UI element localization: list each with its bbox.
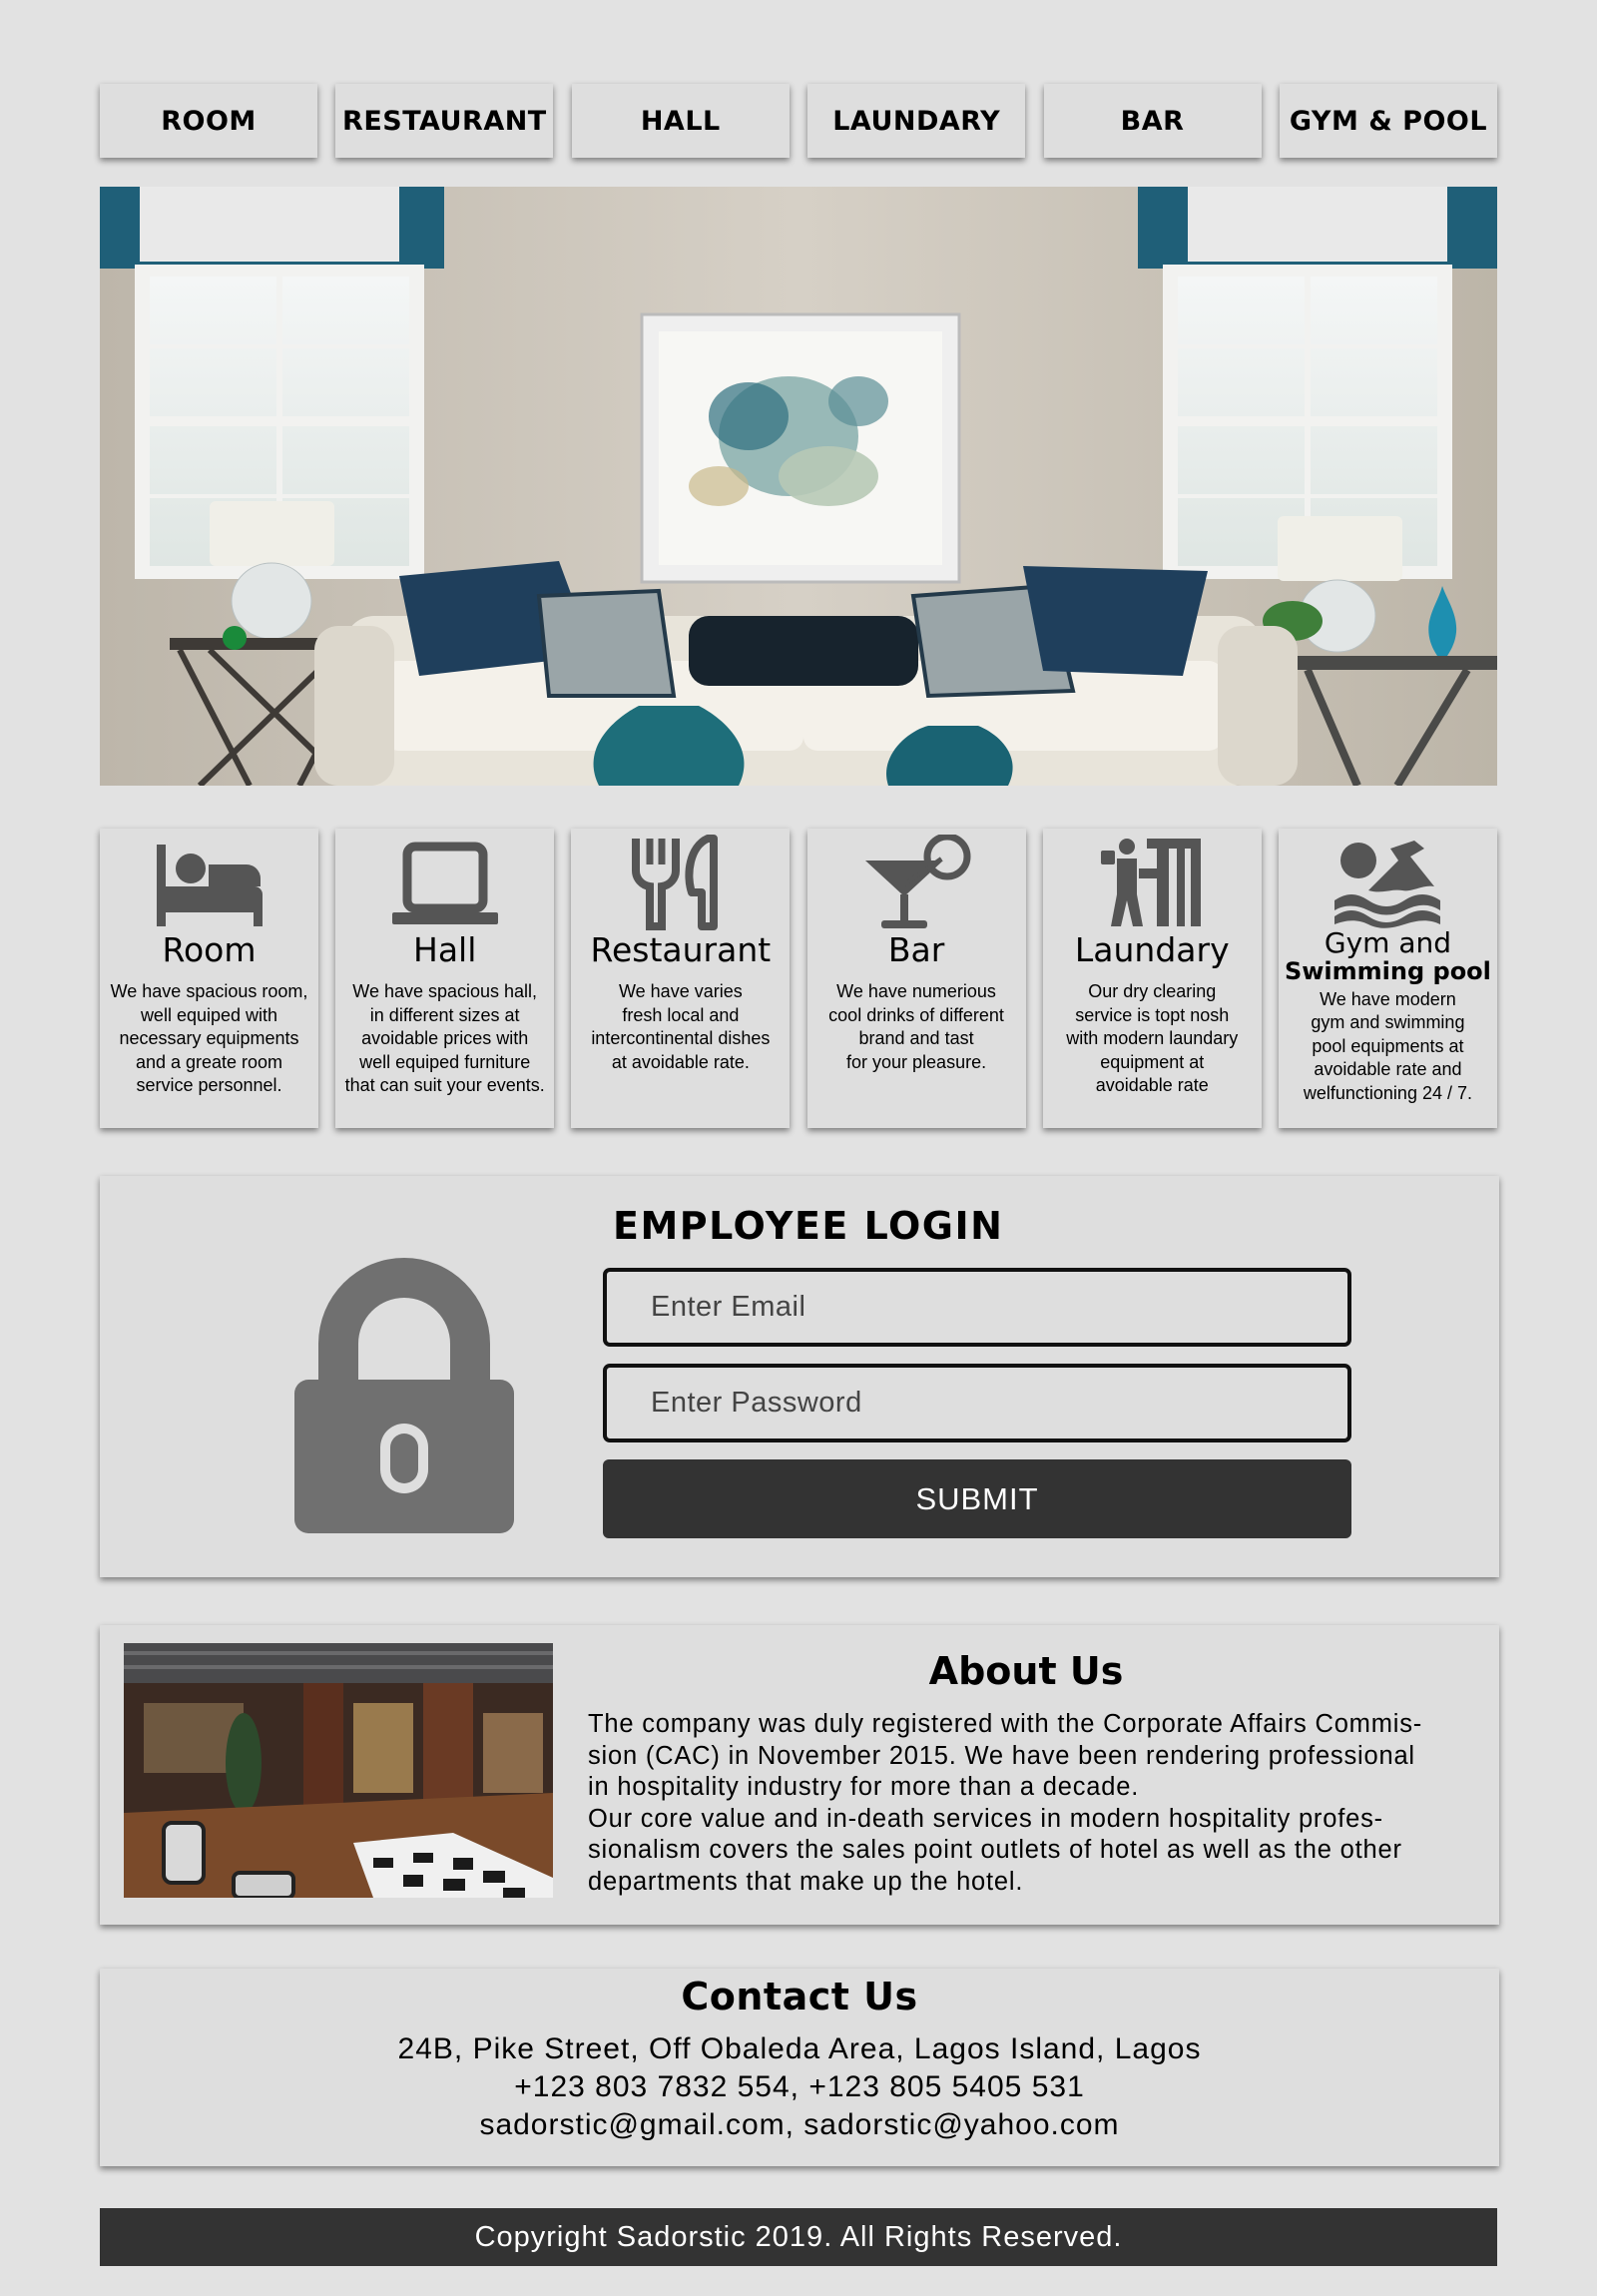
service-title: Room — [162, 930, 257, 969]
service-description: We have spacious hall, in different sizes… — [344, 981, 545, 1096]
lock-icon — [294, 1258, 514, 1533]
service-subtitle: Swimming pool — [1284, 956, 1491, 985]
service-title: Laundary — [1074, 930, 1230, 969]
contact-address: 24B, Pike Street, Off Obaleda Area, Lago… — [397, 2032, 1202, 2065]
nav-hall-button[interactable]: HALL — [571, 84, 790, 158]
fork-knife-icon — [626, 835, 736, 930]
laptop-icon — [390, 835, 500, 930]
employee-login-panel: EMPLOYEE LOGIN SUBMIT — [100, 1176, 1499, 1577]
service-title: Restaurant — [590, 930, 772, 969]
service-title: Hall — [413, 930, 477, 969]
footer: Copyright Sadorstic 2019. All Rights Res… — [100, 2208, 1497, 2266]
service-title: Gym and — [1324, 926, 1451, 959]
laundry-icon — [1097, 835, 1207, 930]
service-description: We have modern gym and swimming pool equip… — [1303, 988, 1472, 1103]
contact-title: Contact Us — [681, 1975, 918, 2018]
nav-gym-pool-button[interactable]: GYM & POOL — [1279, 84, 1497, 158]
about-us-section: About Us The company was duly registered… — [100, 1625, 1499, 1925]
restaurant-interior-image — [124, 1643, 553, 1898]
service-card-bar[interactable]: Bar We have numerious cool drinks of diff… — [806, 829, 1026, 1128]
nav-laundary-button[interactable]: LAUNDARY — [807, 84, 1026, 158]
service-card-hall[interactable]: Hall We have spacious hall, in different … — [335, 829, 555, 1128]
nav-bar-button[interactable]: BAR — [1043, 84, 1262, 158]
about-text: The company was duly registered with the… — [588, 1710, 1423, 1896]
about-title: About Us — [928, 1649, 1124, 1693]
copyright-text: Copyright Sadorstic 2019. All Rights Res… — [474, 2220, 1123, 2253]
service-description: Our dry clearing service is topt nosh with… — [1066, 981, 1239, 1096]
contact-phones: +123 803 7832 554, +123 805 5405 531 — [514, 2070, 1085, 2103]
password-input[interactable] — [603, 1364, 1351, 1442]
cocktail-icon — [861, 835, 971, 930]
hero-image — [100, 187, 1497, 786]
services-row: Room We have spacious room, well equiped … — [100, 829, 1497, 1128]
service-description: We have varies fresh local and intercontin… — [591, 981, 771, 1072]
login-title: EMPLOYEE LOGIN — [613, 1204, 1004, 1248]
top-nav: ROOM RESTAURANT HALL LAUNDARY BAR GYM & … — [100, 84, 1497, 158]
service-description: We have numerious cool drinks of differen… — [828, 981, 1004, 1072]
service-card-restaurant[interactable]: Restaurant We have varies fresh local and… — [571, 829, 791, 1128]
service-card-gym-pool[interactable]: Gym and Swimming pool We have modern gym … — [1278, 829, 1497, 1128]
nav-room-button[interactable]: ROOM — [100, 84, 317, 158]
bed-icon — [155, 835, 265, 930]
contact-us-section: Contact Us 24B, Pike Street, Off Obaleda… — [100, 1969, 1499, 2166]
restaurant-interior-illustration — [124, 1643, 553, 1898]
living-room-illustration — [100, 187, 1497, 786]
service-description: We have spacious room, well equiped with n… — [110, 981, 308, 1096]
submit-button[interactable]: SUBMIT — [603, 1459, 1351, 1538]
service-title: Bar — [887, 930, 945, 969]
service-card-laundary[interactable]: Laundary Our dry clearing service is topt… — [1042, 829, 1262, 1128]
swimmer-icon — [1332, 835, 1442, 930]
email-input[interactable] — [603, 1268, 1351, 1347]
nav-restaurant-button[interactable]: RESTAURANT — [335, 84, 554, 158]
service-card-room[interactable]: Room We have spacious room, well equiped … — [100, 829, 318, 1128]
contact-emails: sadorstic@gmail.com, sadorstic@yahoo.com — [479, 2108, 1120, 2141]
